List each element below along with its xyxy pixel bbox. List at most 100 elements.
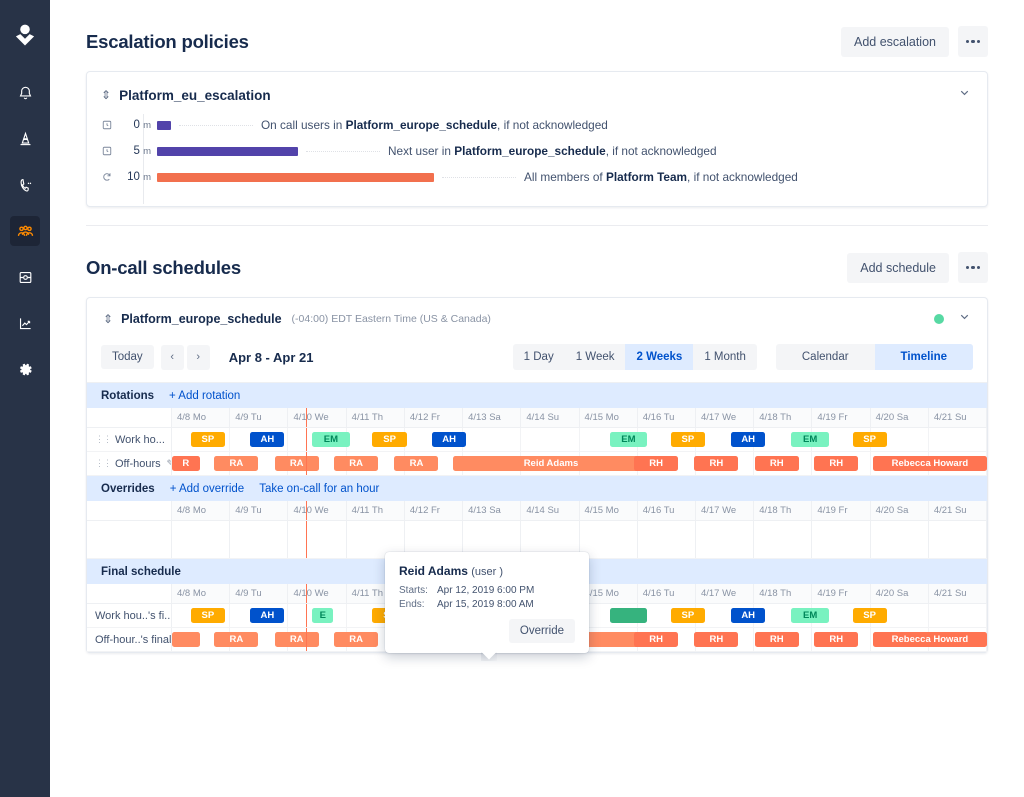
drag-handle-icon[interactable]: ⋮⋮	[95, 434, 112, 445]
chevron-down-icon[interactable]	[958, 310, 971, 328]
timespan-option-1-week[interactable]: 1 Week	[565, 344, 626, 370]
sidebar-item-oncall[interactable]	[10, 170, 40, 200]
shift-chip[interactable]: RH	[814, 632, 859, 647]
shift-chip[interactable]: EM	[312, 432, 350, 447]
shift-chip[interactable]: RA	[274, 456, 319, 471]
timeline-lane[interactable]	[871, 521, 929, 558]
day-header-cell: 4/17 We	[695, 584, 755, 603]
timespan-option-1-month[interactable]: 1 Month	[693, 344, 757, 370]
rotation-row-label: ⋮⋮Off-hours ✎	[87, 452, 172, 475]
tooltip-user-name: Reid Adams	[399, 564, 468, 578]
timeline-lane[interactable]	[230, 521, 289, 558]
shift-chip[interactable]: AH	[731, 608, 766, 623]
timeline-lane[interactable]	[929, 521, 988, 558]
sidebar-item-settings[interactable]	[10, 354, 40, 384]
timespan-option-2-weeks[interactable]: 2 Weeks	[625, 344, 694, 370]
shift-chip[interactable]: RA	[214, 456, 259, 471]
shift-chip[interactable]: SP	[852, 608, 887, 623]
shift-chip[interactable]: SP	[372, 432, 407, 447]
shift-chip[interactable]: RH	[814, 456, 859, 471]
shift-chip[interactable]	[609, 608, 648, 623]
edit-pencil-icon[interactable]: ✎	[171, 434, 172, 445]
day-header-cell: 4/19 Fr	[812, 584, 871, 603]
clock-icon	[101, 119, 119, 131]
add-override-link[interactable]: + Add override	[170, 483, 244, 495]
timeline-lane[interactable]	[288, 521, 347, 558]
view-option-timeline[interactable]: Timeline	[874, 344, 973, 370]
shift-chip[interactable]: RH	[694, 456, 739, 471]
day-header-cell: 4/19 Fr	[812, 501, 871, 520]
drag-handle-icon[interactable]: ⇕	[103, 313, 113, 325]
shift-chip[interactable]: RH	[754, 456, 799, 471]
edit-pencil-icon[interactable]: ✎	[167, 458, 171, 469]
sidebar-item-incidents[interactable]	[10, 124, 40, 154]
shift-chip[interactable]: AH	[431, 432, 467, 447]
shift-chip[interactable]: AH	[250, 432, 285, 447]
escalation-rule-row[interactable]: 5 m Next user in Platform_europe_schedule…	[101, 138, 971, 164]
shift-chip[interactable]: EM	[791, 608, 829, 623]
sidebar-item-integrations[interactable]	[10, 262, 40, 292]
shift-chip[interactable]: RH	[634, 632, 679, 647]
shift-chip[interactable]: Reid Adams	[453, 456, 649, 471]
escalation-rule-row[interactable]: 10 m All members of Platform Team, if not…	[101, 164, 971, 190]
shift-chip[interactable]: R	[172, 456, 200, 471]
rotation-name: Work ho...	[115, 433, 165, 446]
clock-icon	[101, 145, 119, 157]
shift-chip[interactable]: SP	[190, 432, 225, 447]
timeline-lane[interactable]	[696, 521, 755, 558]
sidebar-item-teams[interactable]	[10, 216, 40, 246]
tooltip-starts-label: Starts:	[399, 585, 428, 596]
shift-chip[interactable]: RA	[214, 632, 259, 647]
take-oncall-link[interactable]: Take on-call for an hour	[259, 483, 379, 495]
timeline-lane[interactable]	[812, 521, 871, 558]
shift-chip[interactable]: AH	[731, 432, 766, 447]
shift-chip[interactable]: RA	[334, 632, 379, 647]
escalation-policy-header[interactable]: ⇕ Platform_eu_escalation	[87, 72, 987, 110]
drag-handle-icon[interactable]: ⇕	[101, 89, 111, 101]
date-range-label: Apr 8 - Apr 21	[228, 349, 314, 365]
escalation-rule-row[interactable]: 0 m On call users in Platform_europe_sche…	[101, 112, 971, 138]
view-option-calendar[interactable]: Calendar	[776, 344, 875, 370]
sidebar-item-alerts[interactable]	[10, 78, 40, 108]
timeline-lane[interactable]	[580, 521, 638, 558]
shift-chip[interactable]: RA	[334, 456, 379, 471]
add-escalation-button[interactable]: Add escalation	[840, 26, 949, 57]
schedule-more-button[interactable]	[958, 252, 988, 283]
shift-chip[interactable]: RA	[274, 632, 319, 647]
shift-chip[interactable]: RH	[694, 632, 739, 647]
override-button[interactable]: Override	[508, 619, 575, 643]
shift-chip[interactable]: SP	[190, 608, 225, 623]
today-button[interactable]: Today	[101, 345, 154, 369]
app-logo-icon[interactable]	[8, 18, 42, 52]
timespan-option-1-day[interactable]: 1 Day	[513, 344, 565, 370]
timeline-lane[interactable]	[754, 521, 813, 558]
status-indicator-dot	[934, 314, 944, 324]
add-rotation-link[interactable]: + Add rotation	[169, 390, 240, 402]
shift-chip[interactable]: EM	[609, 432, 648, 447]
add-schedule-button[interactable]: Add schedule	[847, 252, 949, 283]
timeline-lane[interactable]	[172, 521, 231, 558]
dot	[965, 39, 969, 44]
shift-chip[interactable]: RH	[634, 456, 679, 471]
shift-chip[interactable]: AH	[250, 608, 285, 623]
day-header-cell: 4/21 Su	[928, 501, 988, 520]
shift-chip[interactable]: RA	[394, 456, 439, 471]
sidebar-item-reports[interactable]	[10, 308, 40, 338]
shift-chip[interactable]: E	[312, 608, 334, 623]
shift-chip[interactable]: Rebecca Howard	[872, 632, 987, 647]
escalation-more-button[interactable]	[958, 26, 988, 57]
dot	[977, 265, 981, 270]
shift-chip[interactable]: SP	[670, 432, 705, 447]
current-time-marker	[305, 521, 308, 558]
chevron-down-icon[interactable]	[958, 86, 971, 104]
shift-chip[interactable]: EM	[791, 432, 829, 447]
drag-handle-icon[interactable]: ⋮⋮	[95, 458, 112, 469]
shift-chip[interactable]: SP	[670, 608, 705, 623]
shift-chip[interactable]: RH	[754, 632, 799, 647]
timeline-lane[interactable]	[638, 521, 696, 558]
shift-chip[interactable]: Rebecca Howard	[872, 456, 987, 471]
next-period-button[interactable]: ›	[186, 344, 210, 370]
shift-chip[interactable]: SP	[852, 432, 887, 447]
prev-period-button[interactable]: ‹	[160, 344, 184, 370]
shift-chip[interactable]	[172, 632, 200, 647]
